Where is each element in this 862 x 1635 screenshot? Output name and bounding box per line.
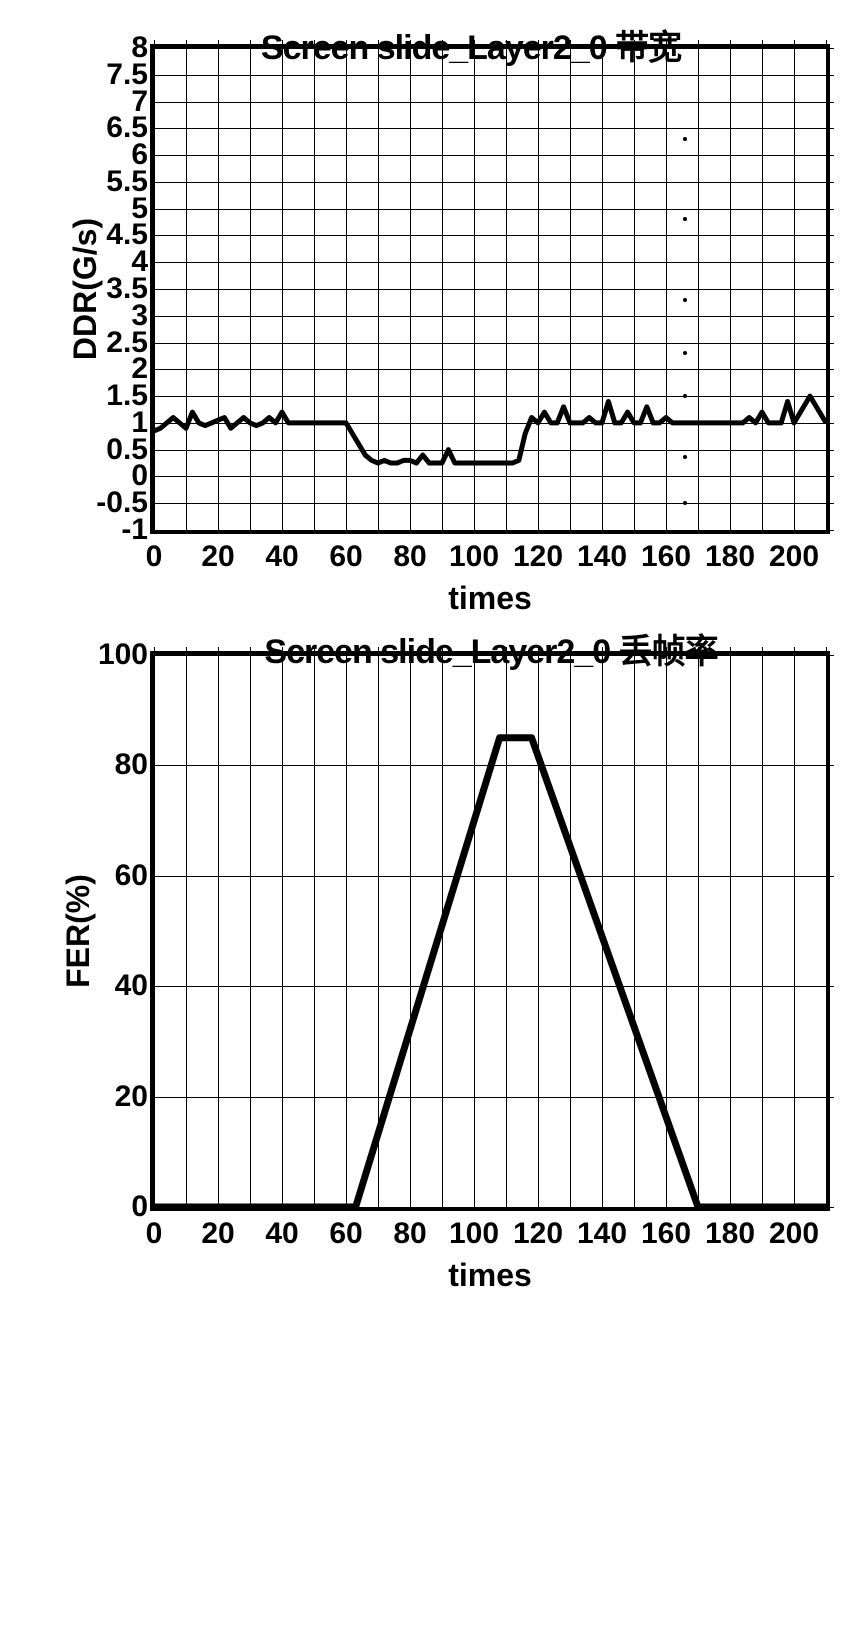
- x-tick-label: 180: [705, 540, 755, 574]
- x-tick-label: 40: [265, 1217, 298, 1251]
- x-tick-label: 20: [201, 540, 234, 574]
- y-axis-label: DDR(G/s): [67, 218, 104, 360]
- x-axis-label: times: [448, 580, 532, 617]
- x-tick-label: 200: [769, 540, 819, 574]
- y-tick-label: 0: [131, 1190, 148, 1224]
- plot-area: 020406080100120140160180200020406080100: [150, 651, 830, 1211]
- x-tick-label: 80: [393, 540, 426, 574]
- x-tick-label: 80: [393, 1217, 426, 1251]
- x-axis-label: times: [448, 1257, 532, 1294]
- chart-title: Screen slide_Layer2_0 丢帧率: [140, 624, 842, 673]
- x-tick-label: 40: [265, 540, 298, 574]
- plot-area: 020406080100120140160180200-1-0.500.511.…: [150, 44, 830, 534]
- x-tick-label: 100: [449, 1217, 499, 1251]
- x-tick-label: 0: [146, 540, 163, 574]
- x-tick-label: 140: [577, 540, 627, 574]
- chart-title: Screen slide_Layer2_0 带宽: [100, 20, 842, 69]
- x-tick-label: 60: [329, 1217, 362, 1251]
- chart-fer: Screen slide_Layer2_0 丢帧率 02040608010012…: [20, 624, 842, 1211]
- x-tick-label: 0: [146, 1217, 163, 1251]
- x-tick-label: 140: [577, 1217, 627, 1251]
- y-tick-label: 60: [115, 859, 148, 893]
- x-tick-label: 120: [513, 1217, 563, 1251]
- x-tick-label: 60: [329, 540, 362, 574]
- x-tick-label: 120: [513, 540, 563, 574]
- data-line: [154, 655, 826, 1207]
- chart-ddr-bandwidth: Screen slide_Layer2_0 带宽 020406080100120…: [20, 20, 842, 534]
- y-tick-label: 80: [115, 748, 148, 782]
- y-axis-label: FER(%): [60, 874, 97, 988]
- x-tick-label: 160: [641, 540, 691, 574]
- x-tick-label: 160: [641, 1217, 691, 1251]
- y-tick-label: 40: [115, 969, 148, 1003]
- x-tick-label: 180: [705, 1217, 755, 1251]
- y-tick-label: 20: [115, 1080, 148, 1114]
- x-tick-label: 100: [449, 540, 499, 574]
- x-tick-label: 200: [769, 1217, 819, 1251]
- x-tick-label: 20: [201, 1217, 234, 1251]
